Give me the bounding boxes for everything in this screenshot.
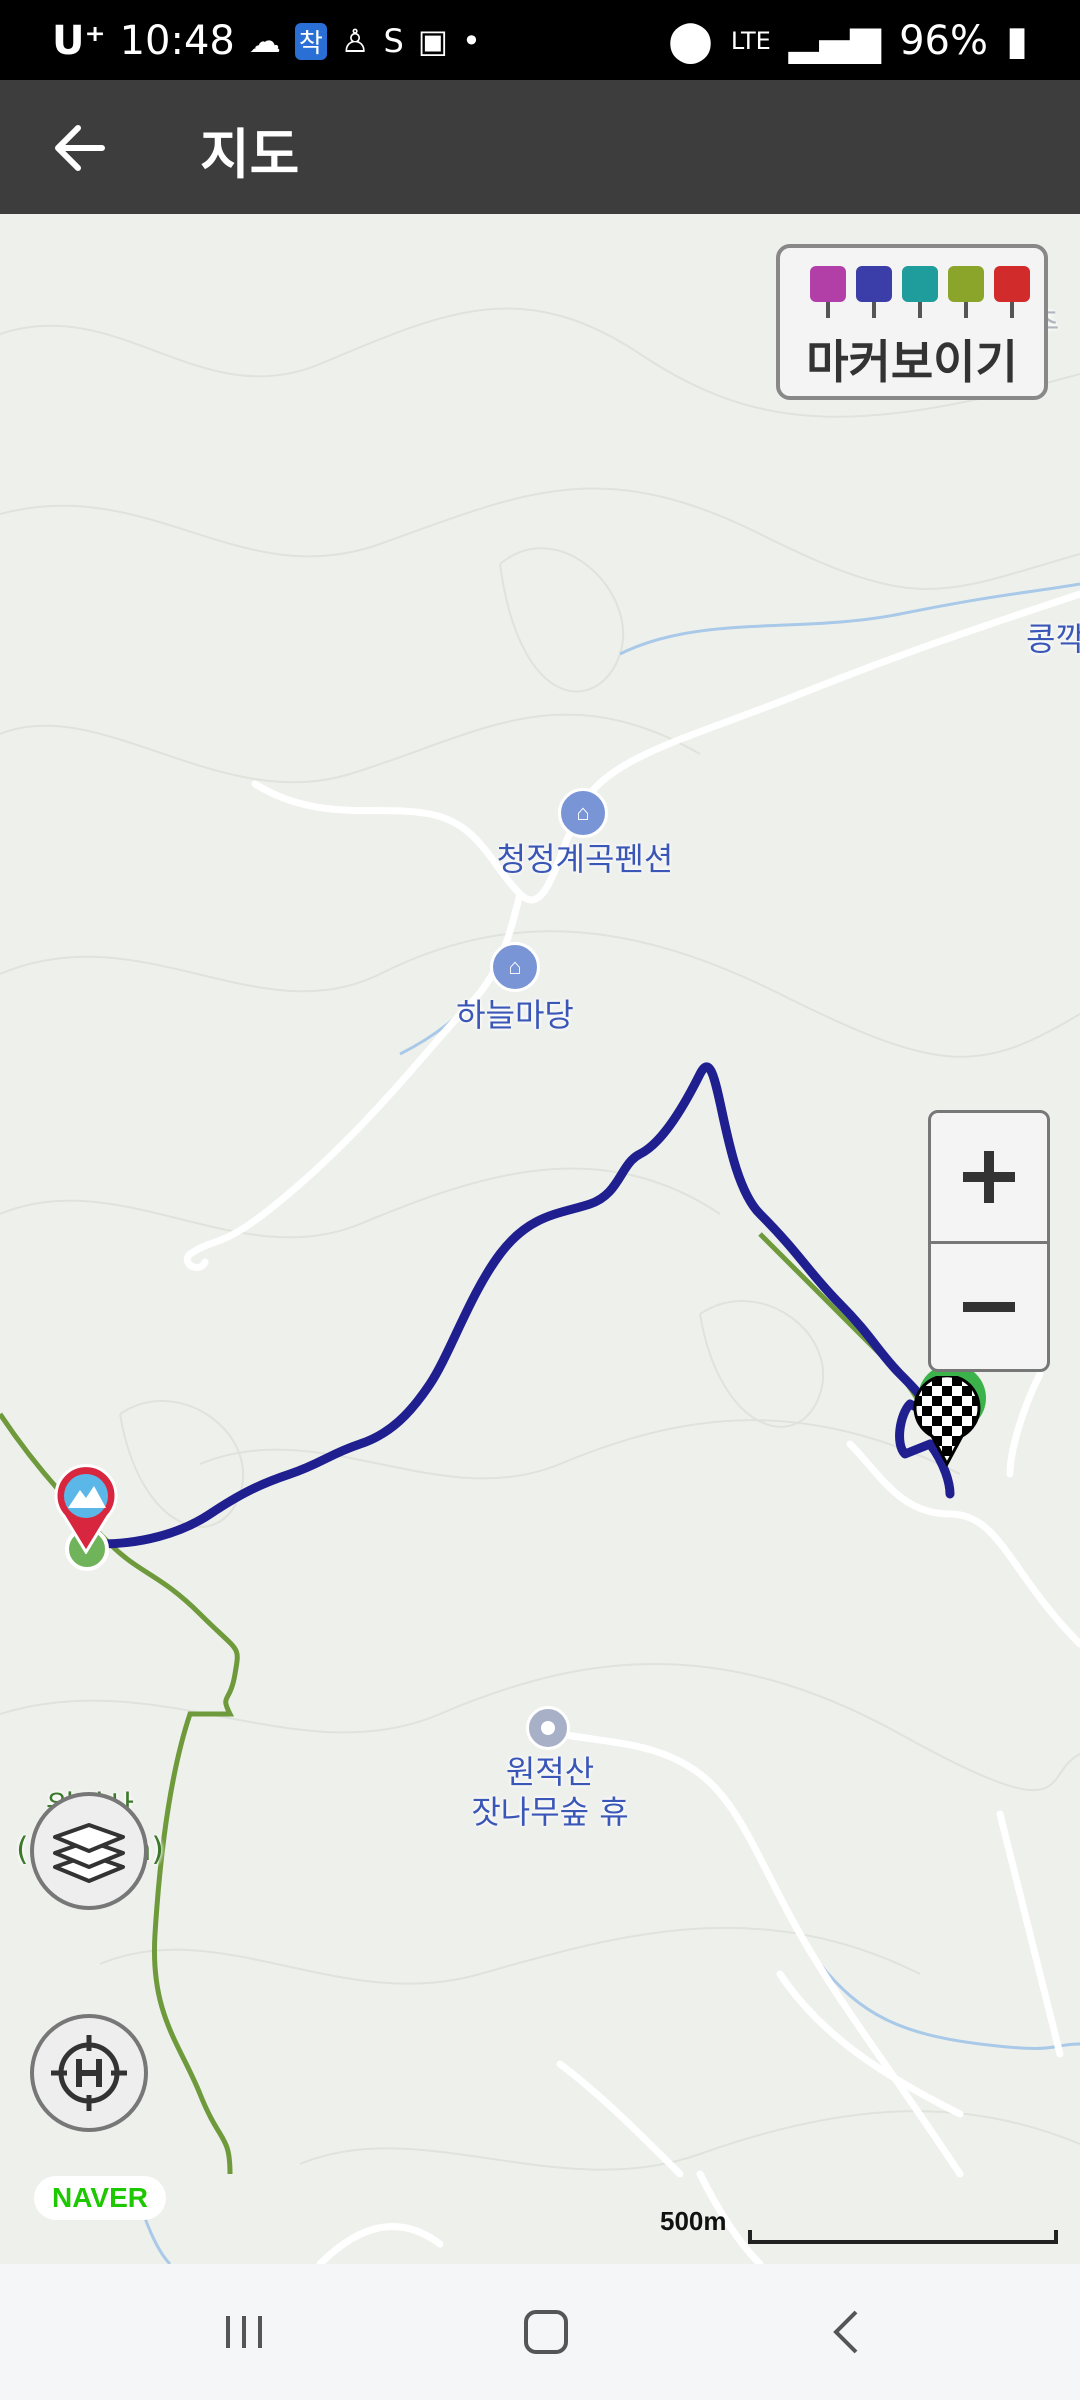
network-label: LTE bbox=[730, 27, 771, 55]
clock: 10:48 bbox=[119, 18, 235, 64]
map-canvas bbox=[0, 307, 1080, 2264]
home-icon[interactable] bbox=[516, 2304, 576, 2360]
hiking-trail-east bbox=[758, 1232, 932, 1416]
home-position-button[interactable] bbox=[30, 2014, 148, 2132]
zoom-out-button[interactable] bbox=[931, 1243, 1047, 1371]
lodging-icon[interactable]: ⌂ bbox=[490, 942, 540, 992]
layers-button[interactable] bbox=[30, 1792, 148, 1910]
video-marker-icon bbox=[856, 266, 892, 318]
finish-flag-icon[interactable] bbox=[912, 1374, 982, 1468]
status-bar: U⁺ 10:48 ☁ 착 ♙ S ▣ • ⬤ LTE ▂▄▆ 96% ▮ bbox=[0, 0, 1080, 80]
poi-forest-line2: 잣나무숲 휴 bbox=[471, 1793, 629, 1831]
recorded-track bbox=[95, 1062, 955, 1549]
battery-percent: 96% bbox=[899, 18, 988, 64]
zoom-control bbox=[928, 1110, 1050, 1372]
more-dot-icon: • bbox=[462, 22, 481, 60]
sync-icon: S bbox=[383, 22, 404, 60]
scale-bar bbox=[748, 2230, 1058, 2244]
show-markers-button[interactable]: 마커보이기 bbox=[776, 244, 1048, 400]
edge-label-mid: 콩깍 bbox=[1026, 620, 1080, 658]
system-nav-bar bbox=[0, 2264, 1080, 2400]
poi-label-pension: 청정계곡펜션 bbox=[496, 840, 674, 878]
carrier-label: U⁺ bbox=[52, 18, 106, 64]
scale-label: 500m bbox=[660, 2206, 727, 2236]
layers-icon bbox=[53, 1823, 125, 1883]
summit-pin-icon[interactable] bbox=[54, 1464, 118, 1555]
back-icon[interactable] bbox=[818, 2304, 878, 2360]
note-marker-icon bbox=[948, 266, 984, 318]
zoom-in-button[interactable] bbox=[931, 1113, 1047, 1244]
page-title: 지도 bbox=[200, 123, 300, 186]
back-arrow-icon[interactable] bbox=[48, 116, 112, 180]
location-icon: ⬤ bbox=[668, 18, 713, 64]
camera-marker-icon bbox=[810, 266, 846, 318]
poi-forest-line1: 원적산 bbox=[505, 1753, 595, 1791]
place-target-icon[interactable] bbox=[526, 1706, 570, 1750]
battery-icon: ▮ bbox=[1005, 18, 1028, 64]
crosshair-h-icon bbox=[51, 2035, 127, 2111]
minus-icon bbox=[963, 1302, 1015, 1312]
lodging-icon[interactable]: ⌂ bbox=[558, 788, 608, 838]
app-badge-icon: 착 bbox=[294, 22, 327, 60]
signal-icon: ▂▄▆ bbox=[788, 18, 882, 64]
show-markers-label: 마커보이기 bbox=[806, 335, 1018, 389]
image-icon: ▣ bbox=[417, 22, 449, 60]
person-icon: ♙ bbox=[340, 22, 370, 60]
poi-label-forest: 원적산 잣나무숲 휴 bbox=[450, 1752, 650, 1832]
naver-logo: NAVER bbox=[34, 2176, 166, 2220]
plus-icon bbox=[963, 1151, 1015, 1203]
map-view[interactable]: 원적산 (559.2m) ⌂ 청정계곡펜션 ⌂ 하늘마당 원적산 잣나무숲 휴 … bbox=[0, 214, 1080, 2264]
recent-apps-icon[interactable] bbox=[214, 2304, 274, 2360]
pen-marker-icon bbox=[902, 266, 938, 318]
chat-bubble-icon: ☁ bbox=[248, 22, 281, 60]
poi-label-madang: 하늘마당 bbox=[456, 996, 574, 1034]
flag-marker-icon bbox=[994, 266, 1030, 318]
app-bar: 지도 bbox=[0, 80, 1080, 214]
